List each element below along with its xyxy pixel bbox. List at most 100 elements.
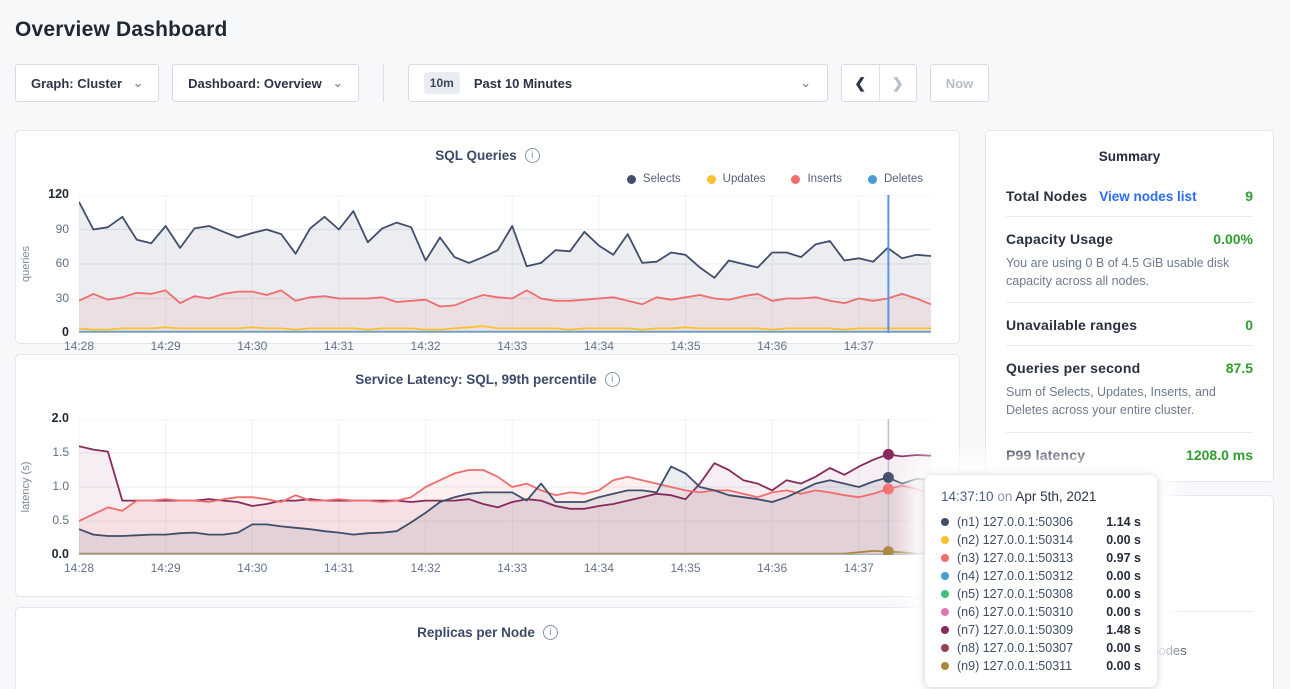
- x-axis: 14:2814:2914:3014:3114:3214:3314:3414:35…: [79, 558, 931, 578]
- x-tick-label: 14:32: [411, 561, 441, 575]
- tooltip-node-value: 0.97 s: [1106, 551, 1141, 565]
- y-tick-label: 2.0: [52, 412, 69, 425]
- service-latency-chart-card: Service Latency: SQL, 99th percentile la…: [15, 354, 960, 597]
- series-dot: [941, 662, 949, 670]
- time-range-label: Past 10 Minutes: [474, 76, 572, 91]
- x-tick-label: 14:33: [497, 339, 527, 353]
- x-tick-label: 14:31: [324, 339, 354, 353]
- tooltip-node-row: (n2) 127.0.0.1:503140.00 s: [941, 531, 1141, 549]
- tooltip-node-row: (n8) 127.0.0.1:50307 0.00 s: [941, 639, 1141, 657]
- summary-row-label: Unavailable ranges: [1006, 317, 1137, 333]
- info-icon[interactable]: [605, 372, 620, 387]
- x-tick-label: 14:37: [844, 339, 874, 353]
- tooltip-node-value: 0.00 s: [1106, 605, 1141, 619]
- tooltip-node-value: 0.00 s: [1106, 641, 1141, 655]
- tooltip-node-row: (n3) 127.0.0.1:50313 0.97 s: [941, 549, 1141, 567]
- x-tick-label: 14:31: [324, 561, 354, 575]
- x-tick-label: 14:36: [757, 339, 787, 353]
- plot-area[interactable]: 14:2814:2914:3014:3114:3214:3314:3414:35…: [79, 419, 931, 555]
- x-tick-label: 14:30: [237, 561, 267, 575]
- y-axis-label: queries: [20, 246, 32, 282]
- y-tick-label: 0.5: [52, 514, 69, 526]
- tooltip-node-address: (n9) 127.0.0.1:50311: [957, 659, 1072, 673]
- chevron-down-icon: ⌄: [133, 77, 143, 89]
- y-tick-label: 60: [56, 257, 69, 269]
- info-icon[interactable]: [543, 625, 558, 640]
- legend-dot: [707, 175, 716, 184]
- tooltip-node-address: (n5) 127.0.0.1:50308: [957, 587, 1073, 601]
- legend-item-inserts: Inserts: [791, 171, 842, 187]
- tooltip-node-value: 0.00 s: [1106, 569, 1141, 583]
- x-tick-label: 14:29: [151, 339, 181, 353]
- summary-row-p99-latency: P99 latency 1208.0 ms: [1006, 432, 1253, 475]
- plot-area[interactable]: 14:2814:2914:3014:3114:3214:3314:3414:35…: [79, 195, 931, 333]
- info-icon[interactable]: [525, 148, 540, 163]
- x-tick-label: 14:28: [64, 561, 94, 575]
- summary-row-value: 0: [1245, 317, 1253, 333]
- now-button[interactable]: Now: [930, 64, 989, 102]
- y-axis: latency (s) 0.00.51.01.52.0: [16, 419, 79, 555]
- graph-dropdown[interactable]: Graph: Cluster ⌄: [15, 64, 159, 102]
- summary-row-note: You are using 0 B of 4.5 GiB usable disk…: [1006, 254, 1253, 290]
- tooltip-node-address: (n8) 127.0.0.1:50307: [957, 641, 1073, 655]
- time-step-buttons: ❮ ❯: [841, 64, 917, 102]
- dashboard-dropdown[interactable]: Dashboard: Overview ⌄: [172, 64, 359, 102]
- tooltip-node-address: (n3) 127.0.0.1:50313: [957, 551, 1073, 565]
- summary-row-capacity-usage: Capacity Usage 0.00% You are using 0 B o…: [1006, 216, 1253, 302]
- tooltip-node-address: (n6) 127.0.0.1:50310: [957, 605, 1073, 619]
- series-dot: [941, 518, 949, 526]
- x-tick-label: 14:32: [411, 339, 441, 353]
- tooltip-node-row: (n7) 127.0.0.1:503091.48 s: [941, 621, 1141, 639]
- series-dot: [941, 554, 949, 562]
- y-tick-label: 0.0: [52, 548, 69, 561]
- summary-row-unavailable-ranges: Unavailable ranges 0: [1006, 302, 1253, 345]
- tooltip-node-rows: (n1) 127.0.0.1:503061.14 s(n2) 127.0.0.1…: [941, 513, 1141, 675]
- series-dot: [941, 590, 949, 598]
- view-nodes-list-link[interactable]: View nodes list: [1099, 189, 1196, 204]
- y-tick-label: 90: [56, 223, 69, 235]
- time-range-badge: 10m: [424, 72, 460, 94]
- tooltip-node-row: (n1) 127.0.0.1:503061.14 s: [941, 513, 1141, 531]
- summary-title: Summary: [986, 149, 1273, 164]
- chart-legend: Selects Updates Inserts Deletes: [16, 171, 959, 187]
- legend-dot: [791, 175, 800, 184]
- dashboard-controls: Graph: Cluster ⌄ Dashboard: Overview ⌄ 1…: [15, 64, 1290, 102]
- x-tick-label: 14:37: [844, 561, 874, 575]
- summary-row-value: 0.00%: [1213, 231, 1253, 247]
- x-tick-label: 14:30: [237, 339, 267, 353]
- time-prev-button[interactable]: ❮: [842, 65, 879, 101]
- summary-row-value: 9: [1245, 188, 1253, 204]
- legend-dot: [627, 175, 636, 184]
- legend-item-selects: Selects: [627, 171, 681, 187]
- y-tick-label: 30: [56, 292, 69, 304]
- x-tick-label: 14:29: [151, 561, 181, 575]
- x-tick-label: 14:34: [584, 339, 614, 353]
- page-title: Overview Dashboard: [15, 18, 1290, 42]
- sql-queries-plot[interactable]: queries 0306090120 14:2814:2914:3014:311…: [16, 195, 959, 333]
- time-next-button[interactable]: ❯: [879, 65, 916, 101]
- tooltip-date: Apr 5th, 2021: [1015, 489, 1096, 504]
- tooltip-time: 14:37:10: [941, 489, 994, 504]
- legend-label: Selects: [643, 173, 681, 185]
- tooltip-node-row: (n4) 127.0.0.1:503120.00 s: [941, 567, 1141, 585]
- x-tick-label: 14:33: [497, 561, 527, 575]
- summary-row-label: Total Nodes: [1006, 188, 1087, 204]
- tooltip-node-value: 0.00 s: [1106, 587, 1141, 601]
- chart-title: Service Latency: SQL, 99th percentile: [355, 372, 597, 387]
- tooltip-node-row: (n6) 127.0.0.1:50310 0.00 s: [941, 603, 1141, 621]
- tooltip-timestamp: 14:37:10 on Apr 5th, 2021: [941, 489, 1141, 504]
- summary-row-total-nodes: Total Nodes View nodes list 9: [1006, 174, 1253, 216]
- tooltip-node-row: (n9) 127.0.0.1:503110.00 s: [941, 657, 1141, 675]
- summary-row-label: P99 latency: [1006, 447, 1085, 463]
- legend-label: Updates: [723, 173, 766, 185]
- tooltip-node-value: 0.00 s: [1106, 533, 1141, 547]
- tooltip-node-value: 1.14 s: [1106, 515, 1141, 529]
- summary-row-value: 1208.0 ms: [1186, 447, 1253, 463]
- controls-divider: [383, 64, 384, 102]
- summary-row-value: 87.5: [1226, 360, 1253, 376]
- service-latency-plot[interactable]: latency (s) 0.00.51.01.52.0 14:2814:2914…: [16, 419, 959, 555]
- legend-label: Deletes: [884, 173, 923, 185]
- time-range-picker[interactable]: 10m Past 10 Minutes ⌄: [408, 64, 828, 102]
- x-tick-label: 14:36: [757, 561, 787, 575]
- y-axis-label: latency (s): [20, 462, 32, 513]
